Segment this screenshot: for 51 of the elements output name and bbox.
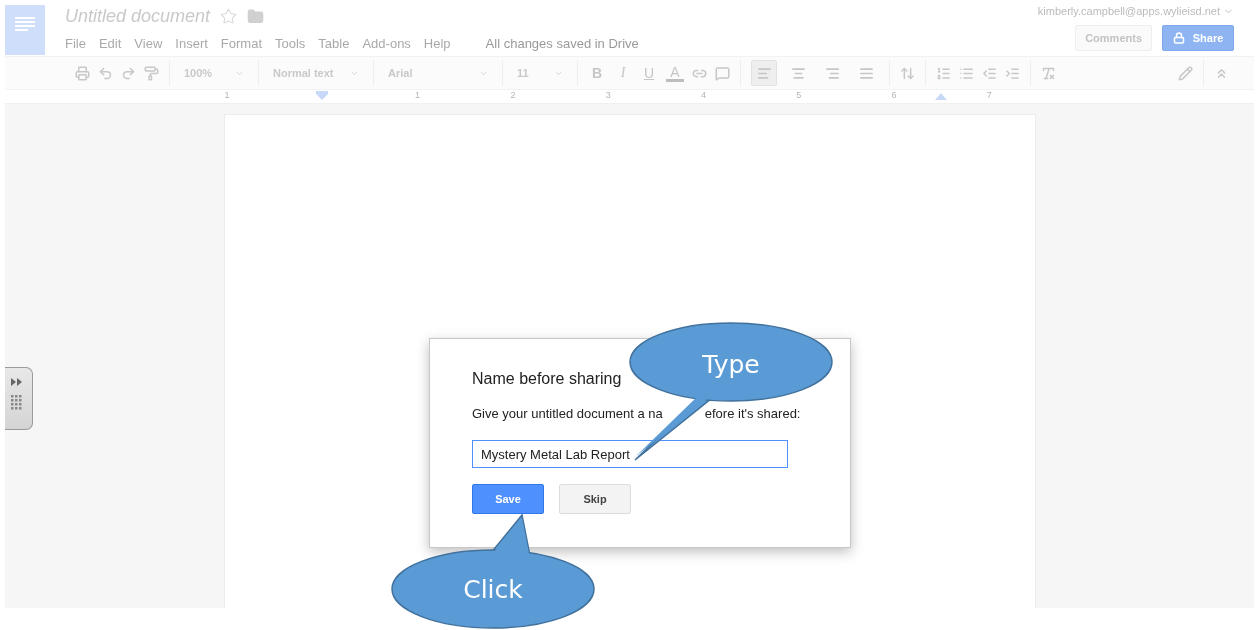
- menu-item[interactable]: Tools: [275, 35, 319, 51]
- paint-format-icon[interactable]: [144, 65, 159, 81]
- side-panel-tab[interactable]: [5, 367, 33, 430]
- pencil-icon[interactable]: [1178, 65, 1193, 81]
- align-icon: [756, 65, 772, 81]
- document-name-field[interactable]: Mystery Metal Lab Report: [472, 440, 788, 468]
- account-menu[interactable]: kimberly.campbell@apps.wylieisd.net: [1037, 5, 1234, 17]
- align-icon: [858, 65, 874, 81]
- align-button[interactable]: [751, 60, 777, 86]
- ruler-number: 7: [986, 90, 992, 100]
- redo-icon[interactable]: [121, 65, 136, 81]
- docs-logo-icon[interactable]: [5, 5, 45, 55]
- lock-icon: [1172, 32, 1185, 44]
- align-icon: [824, 65, 840, 81]
- menu-item[interactable]: Table: [318, 35, 363, 51]
- ruler-number: 1: [415, 90, 421, 100]
- menu-item[interactable]: Insert: [175, 35, 221, 51]
- save-status: All changes saved in Drive: [485, 35, 639, 51]
- menu-item[interactable]: Add-ons: [362, 35, 424, 51]
- dialog-title: Name before sharing: [472, 370, 622, 388]
- callout-text: Click: [463, 574, 523, 604]
- comment-icon[interactable]: [715, 65, 730, 81]
- ruler-number: 3: [605, 90, 611, 100]
- callout-text: Type: [702, 349, 760, 379]
- ruler-number: 1: [224, 90, 230, 100]
- share-button[interactable]: Share: [1162, 25, 1234, 51]
- menu-item[interactable]: Edit: [98, 35, 135, 51]
- ruler-number: 6: [891, 90, 897, 100]
- numbered-list-icon[interactable]: [936, 65, 951, 81]
- line-spacing-icon[interactable]: [900, 65, 915, 81]
- ruler-number: 4: [701, 90, 706, 100]
- menu-item[interactable]: File: [65, 35, 99, 51]
- indent-increase-icon[interactable]: [1005, 65, 1020, 81]
- menu-item[interactable]: Format: [220, 35, 275, 51]
- print-icon[interactable]: [75, 65, 90, 81]
- dialog-message: efore it's shared:: [704, 406, 801, 421]
- expand-grip-icon: [11, 378, 25, 412]
- save-button[interactable]: Save: [472, 484, 544, 514]
- skip-button[interactable]: Skip: [559, 484, 631, 514]
- indent-decrease-icon[interactable]: [982, 65, 997, 81]
- folder-icon[interactable]: [247, 7, 265, 25]
- bulleted-list-icon[interactable]: [959, 65, 974, 81]
- ruler-number: 2: [510, 90, 516, 100]
- star-icon[interactable]: [220, 7, 238, 25]
- menu-item[interactable]: Help: [423, 35, 464, 51]
- ruler-number: 5: [796, 90, 802, 100]
- menu-item[interactable]: View: [134, 35, 176, 51]
- dialog-message: Give your untitled document a na: [472, 406, 663, 421]
- clear-formatting-icon[interactable]: [1041, 65, 1056, 81]
- undo-icon[interactable]: [98, 65, 113, 81]
- align-icon: [790, 65, 806, 81]
